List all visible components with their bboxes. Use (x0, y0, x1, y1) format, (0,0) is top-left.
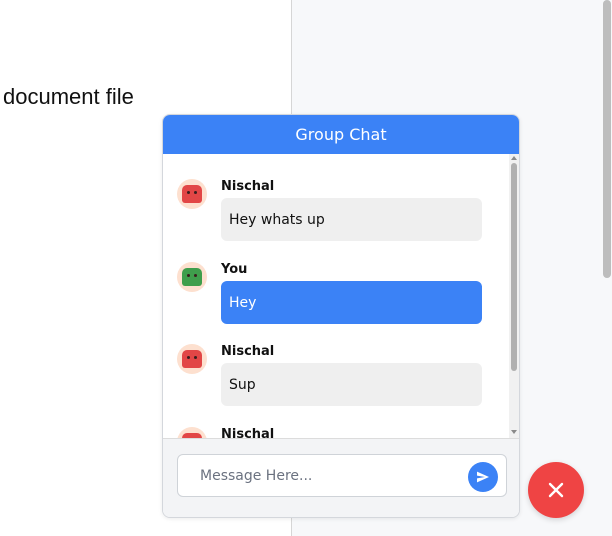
close-icon (548, 482, 564, 498)
close-chat-button[interactable] (528, 462, 584, 518)
document-title: document file (3, 84, 134, 109)
scroll-up-arrow-icon[interactable] (511, 156, 517, 160)
page-scrollbar-thumb[interactable] (603, 0, 611, 278)
scroll-down-arrow-icon[interactable] (511, 430, 517, 434)
message-bubble: Sup (221, 363, 482, 406)
paper-plane-icon (477, 471, 489, 483)
message-sender: Nischal (221, 344, 275, 359)
message-bubble-self: Hey (221, 281, 482, 324)
chat-messages-area[interactable]: Nischal Hey whats up You Hey Nischal Sup… (163, 154, 519, 438)
message-sender: Nischal (221, 179, 275, 194)
chat-title: Group Chat (295, 125, 387, 144)
message-sender: You (221, 262, 248, 277)
avatar-icon (177, 427, 207, 438)
chat-footer (163, 438, 519, 517)
group-chat-widget: Group Chat Nischal Hey whats up You Hey … (162, 114, 520, 518)
chat-header: Group Chat (163, 115, 519, 154)
send-button[interactable] (468, 462, 498, 492)
avatar-icon (177, 179, 207, 209)
chat-scrollbar[interactable] (509, 154, 519, 438)
message-bubble: Hey whats up (221, 198, 482, 241)
chat-scrollbar-thumb[interactable] (511, 163, 517, 371)
message-sender: Nischal (221, 427, 275, 438)
avatar-icon (177, 344, 207, 374)
message-input[interactable] (177, 454, 507, 497)
avatar-icon (177, 262, 207, 292)
